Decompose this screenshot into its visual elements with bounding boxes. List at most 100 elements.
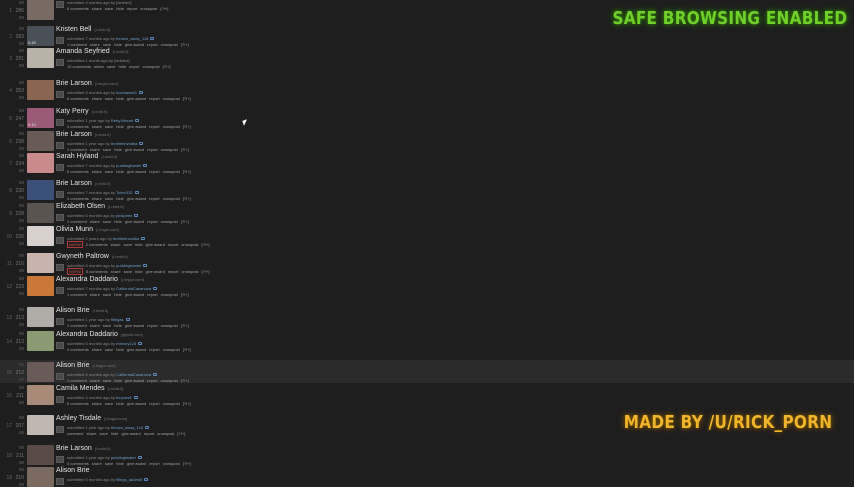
author-link[interactable]: meeory123 [116, 341, 136, 346]
post-thumbnail[interactable] [27, 48, 54, 68]
post-action-6[interactable]: [?!+] [163, 64, 171, 69]
downvote-arrow-icon[interactable] [19, 483, 24, 486]
post-title-link[interactable]: Olivia Munn [56, 226, 93, 233]
expando-button[interactable] [56, 164, 64, 171]
post-domain[interactable]: (i.imgur.com) [121, 277, 144, 282]
post-title-link[interactable]: Alexandra Daddario [56, 331, 118, 338]
author-link[interactable]: puddingtwater [111, 455, 136, 460]
post-action-6[interactable]: crosspost [157, 431, 174, 436]
upvote-arrow-icon[interactable] [19, 468, 24, 471]
expando-button[interactable] [56, 264, 64, 271]
post-thumbnail[interactable] [27, 131, 54, 151]
upvote-arrow-icon[interactable] [19, 81, 24, 84]
post-domain[interactable]: (i.redd.it) [108, 204, 124, 209]
post-action-2[interactable]: save [99, 431, 107, 436]
post-action-1[interactable]: share [90, 292, 100, 297]
post-title-link[interactable]: Alison Brie [56, 467, 89, 474]
post-action-2[interactable]: save [107, 64, 115, 69]
post-action-6[interactable]: [?!+] [160, 6, 168, 11]
post-domain[interactable]: (i.imgur.com) [92, 363, 115, 368]
upvote-arrow-icon[interactable] [19, 1, 24, 4]
post-action-1[interactable]: share [94, 64, 104, 69]
post-domain[interactable]: (i.redd.it) [95, 181, 111, 186]
post-title-link[interactable]: Brie Larson [56, 180, 92, 187]
post-action-6[interactable]: crosspost [161, 323, 178, 328]
upvote-arrow-icon[interactable] [19, 416, 24, 419]
post-action-1[interactable]: share [92, 96, 102, 101]
downvote-arrow-icon[interactable] [19, 378, 24, 381]
post-title-link[interactable]: Camila Mendes [56, 385, 105, 392]
post-action-6[interactable]: crosspost [163, 96, 180, 101]
expando-button[interactable] [56, 478, 64, 485]
post-thumbnail[interactable] [27, 203, 54, 223]
author-link[interactable]: fitlegas [111, 317, 124, 322]
post-thumbnail[interactable] [27, 362, 54, 382]
post-action-0[interactable]: 1 comment [67, 292, 87, 297]
author-link[interactable]: docmaria01 [116, 90, 137, 95]
post-action-3[interactable]: hide [116, 96, 124, 101]
post-domain[interactable]: (i.redd.it) [108, 386, 124, 391]
post-action-1[interactable]: share [92, 169, 102, 174]
expando-button[interactable] [56, 214, 64, 221]
post-action-6[interactable]: crosspost [161, 292, 178, 297]
upvote-arrow-icon[interactable] [19, 154, 24, 157]
post-action-5[interactable]: give award [146, 242, 165, 247]
post-action-7[interactable]: crosspost [181, 242, 198, 247]
post-title[interactable]: Alison Brie (i.imgur.com) [56, 362, 116, 369]
upvote-arrow-icon[interactable] [19, 132, 24, 135]
post-action-4[interactable]: give award [127, 347, 146, 352]
post-action-0[interactable]: 6 comments [67, 6, 89, 11]
post-title[interactable]: Camila Mendes (i.redd.it) [56, 385, 123, 392]
post-thumbnail[interactable] [27, 180, 54, 200]
post-title[interactable]: Brie Larson (i.redd.it) [56, 131, 111, 138]
author-link[interactable]: thrown_away_118 [116, 36, 148, 41]
post-title-link[interactable]: Brie Larson [56, 131, 92, 138]
post-title-link[interactable]: Alexandra Daddario [56, 276, 118, 283]
author-link[interactable]: RetryVtheart [111, 118, 133, 123]
author-link[interactable]: brotherinvodka [113, 236, 139, 241]
expando-button[interactable] [56, 237, 64, 244]
post-action-3[interactable]: hide [118, 64, 126, 69]
post-action-5[interactable]: report [149, 96, 159, 101]
post-domain[interactable]: (i.redd.it) [92, 109, 108, 114]
post-title[interactable]: Gwyneth Paltrow (i.redd.it) [56, 253, 128, 260]
expando-button[interactable] [56, 142, 64, 149]
post-domain[interactable]: (i.imgur.com) [95, 81, 118, 86]
upvote-arrow-icon[interactable] [19, 308, 24, 311]
downvote-arrow-icon[interactable] [19, 347, 24, 350]
post-title[interactable]: Alison Brie (i.redd.it) [56, 307, 108, 314]
post-domain[interactable]: (i.imgur.com) [96, 227, 119, 232]
author-link[interactable]: furyous6 [116, 395, 131, 400]
post-action-0[interactable]: comment [67, 431, 83, 436]
post-action-0[interactable]: 6 comments [67, 169, 89, 174]
post-thumbnail[interactable] [27, 415, 54, 435]
post-title-link[interactable]: Gwyneth Paltrow [56, 253, 109, 260]
post-domain[interactable]: (i.redd.it) [95, 446, 111, 451]
downvote-arrow-icon[interactable] [19, 147, 24, 150]
post-thumbnail[interactable] [27, 0, 54, 20]
post-action-4[interactable]: give award [127, 169, 146, 174]
post-action-2[interactable]: save [105, 347, 113, 352]
post-domain[interactable]: (i.redd.it) [112, 254, 128, 259]
post-action-1[interactable]: share [90, 323, 100, 328]
upvote-arrow-icon[interactable] [19, 386, 24, 389]
expando-button[interactable] [56, 37, 64, 44]
post-action-7[interactable]: [?!+] [181, 292, 189, 297]
downvote-arrow-icon[interactable] [19, 461, 24, 464]
upvote-arrow-icon[interactable] [19, 277, 24, 280]
post-action-2[interactable]: save [103, 323, 111, 328]
post-action-5[interactable]: report [147, 292, 157, 297]
post-action-0[interactable]: 10 comments [67, 64, 91, 69]
post-action-1[interactable]: share [86, 431, 96, 436]
downvote-arrow-icon[interactable] [19, 16, 24, 19]
post-thumbnail[interactable] [27, 153, 54, 173]
downvote-arrow-icon[interactable] [19, 196, 24, 199]
post-title[interactable]: Alison Brie [56, 467, 89, 474]
downvote-arrow-icon[interactable] [19, 219, 24, 222]
post-title-link[interactable]: Ashley Tisdale [56, 415, 101, 422]
expando-button[interactable] [56, 342, 64, 349]
downvote-arrow-icon[interactable] [19, 64, 24, 67]
post-title[interactable]: Sarah Hyland (i.redd.it) [56, 153, 117, 160]
post-title[interactable]: Alexandra Daddario (i.imgur.com) [56, 276, 144, 283]
post-action-3[interactable]: hide [116, 6, 124, 11]
